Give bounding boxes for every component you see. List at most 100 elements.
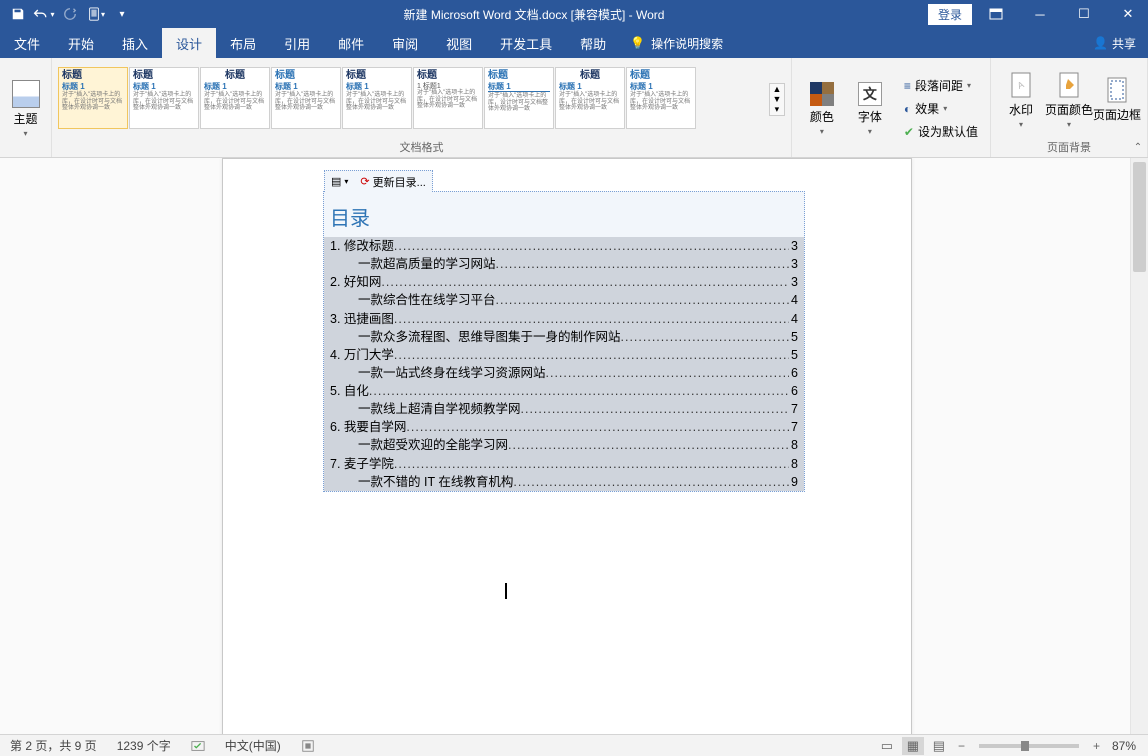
toc-entry[interactable]: 6. 我要自学网................................… <box>324 418 804 436</box>
tab-developer[interactable]: 开发工具 <box>486 28 566 58</box>
gallery-item-7[interactable]: 标题标题 1对于"插入"选项卡上的库，设计时可与文档整体外观协调一致 <box>484 67 554 129</box>
redo-button[interactable] <box>58 2 82 26</box>
doc-icon: ▤ <box>331 175 341 188</box>
toc-entry[interactable]: 1. 修改标题.................................… <box>324 237 804 255</box>
toc-entry-page: 7 <box>789 418 798 436</box>
window-title: 新建 Microsoft Word 文档.docx [兼容模式] - Word <box>140 6 928 23</box>
title-bar: ▾ ▾ ▾ 新建 Microsoft Word 文档.docx [兼容模式] -… <box>0 0 1148 28</box>
toc-entry[interactable]: 一款众多流程图、思维导图集于一身的制作网站...................… <box>324 328 804 346</box>
tab-insert[interactable]: 插入 <box>108 28 162 58</box>
tab-references[interactable]: 引用 <box>270 28 324 58</box>
spell-check-status[interactable] <box>181 739 215 753</box>
document-area[interactable]: ▤▾ ⟳更新目录... 目录 1. 修改标题..................… <box>0 158 1130 734</box>
fonts-button[interactable]: 文 字体 ▾ <box>846 74 894 144</box>
toc-entry[interactable]: 2. 好知网..................................… <box>324 273 804 291</box>
style-gallery[interactable]: 标题标题 1对于"插入"选项卡上的库，在设计时可与文档整体外观协调一致 标题标题… <box>58 67 769 133</box>
ribbon-display-options-button[interactable] <box>976 0 1016 28</box>
page-borders-button[interactable]: 页面边框 <box>1093 65 1141 135</box>
toc-list[interactable]: 1. 修改标题.................................… <box>324 237 804 491</box>
touch-mode-button[interactable]: ▾ <box>84 2 108 26</box>
page-color-button[interactable]: 页面颜色▾ <box>1045 65 1093 135</box>
toc-entry-page: 3 <box>789 255 798 273</box>
gallery-scroll-down[interactable]: ▼ <box>770 94 784 104</box>
gallery-scroll: ▲ ▼ ▾ <box>769 83 785 116</box>
page-number-status[interactable]: 第 2 页，共 9 页 <box>0 737 107 754</box>
gallery-item-2[interactable]: 标题标题 1对于"插入"选项卡上的库，在设计时可与文档整体外观协调一致 <box>129 67 199 129</box>
quick-access-toolbar: ▾ ▾ ▾ <box>0 2 140 26</box>
zoom-slider[interactable] <box>979 744 1079 748</box>
minimize-button[interactable]: ─ <box>1020 0 1060 28</box>
colors-button[interactable]: 颜色 ▾ <box>798 74 846 144</box>
toc-entry-page: 5 <box>789 328 798 346</box>
lightbulb-icon: 💡 <box>630 36 645 50</box>
toc-entry[interactable]: 7. 麦子学院.................................… <box>324 455 804 473</box>
watermark-button[interactable]: A 水印▾ <box>997 65 1045 135</box>
toc-entry-page: 4 <box>789 310 798 328</box>
toc-entry[interactable]: 一款一站式终身在线学习资源网站.........................… <box>324 364 804 382</box>
tab-file[interactable]: 文件 <box>0 28 54 58</box>
tab-design[interactable]: 设计 <box>162 28 216 58</box>
web-layout-button[interactable]: ▤ <box>928 737 950 755</box>
tab-help[interactable]: 帮助 <box>566 28 620 58</box>
tab-mailings[interactable]: 邮件 <box>324 28 378 58</box>
vertical-scrollbar[interactable] <box>1130 158 1148 734</box>
toc-update-button[interactable]: ⟳更新目录... <box>354 172 431 192</box>
word-count-status[interactable]: 1239 个字 <box>107 737 181 754</box>
toc-options-button[interactable]: ▤▾ <box>325 172 354 192</box>
maximize-button[interactable]: ☐ <box>1064 0 1104 28</box>
zoom-in-button[interactable]: + <box>1089 739 1104 753</box>
gallery-item-5[interactable]: 标题标题 1对于"插入"选项卡上的库，在设计时可与文档整体外观协调一致 <box>342 67 412 129</box>
gallery-item-1[interactable]: 标题标题 1对于"插入"选项卡上的库，在设计时可与文档整体外观协调一致 <box>58 67 128 129</box>
read-mode-button[interactable]: ▭ <box>876 737 898 755</box>
toc-entry[interactable]: 5. 自化...................................… <box>324 382 804 400</box>
qat-customize-button[interactable]: ▾ <box>110 2 134 26</box>
gallery-item-8[interactable]: 标题标题 1对于"插入"选项卡上的库，在设计时可与文档整体外观协调一致 <box>555 67 625 129</box>
colors-label: 颜色 <box>810 108 834 125</box>
zoom-thumb[interactable] <box>1021 741 1029 751</box>
tab-home[interactable]: 开始 <box>54 28 108 58</box>
toc-entry[interactable]: 一款超受欢迎的全能学习网............................… <box>324 436 804 454</box>
paragraph-spacing-button[interactable]: ≡段落间距▾ <box>898 75 984 96</box>
tab-view[interactable]: 视图 <box>432 28 486 58</box>
tab-review[interactable]: 审阅 <box>378 28 432 58</box>
formatting-options: ≡段落间距▾ ◐效果▾ ✔设为默认值 <box>894 75 984 142</box>
gallery-item-3[interactable]: 标题标题 1对于"插入"选项卡上的库，在设计时可与文档整体外观协调一致 <box>200 67 270 129</box>
toc-content-control[interactable]: ▤▾ ⟳更新目录... 目录 1. 修改标题..................… <box>323 191 805 492</box>
gallery-item-9[interactable]: 标题标题 1对于"插入"选项卡上的库，在设计时可与文档整体外观协调一致 <box>626 67 696 129</box>
login-button[interactable]: 登录 <box>928 4 972 25</box>
scroll-thumb[interactable] <box>1133 162 1146 272</box>
gallery-expand[interactable]: ▾ <box>770 104 784 115</box>
toc-entry[interactable]: 一款综合性在线学习平台.............................… <box>324 291 804 309</box>
undo-button[interactable]: ▾ <box>32 2 56 26</box>
share-button[interactable]: 共享 <box>1112 35 1136 52</box>
zoom-level[interactable]: 87% <box>1108 739 1140 753</box>
language-status[interactable]: 中文(中国) <box>215 737 291 754</box>
toc-entry[interactable]: 4. 万门大学.................................… <box>324 346 804 364</box>
tab-layout[interactable]: 布局 <box>216 28 270 58</box>
toc-entry[interactable]: 一款超高质量的学习网站.............................… <box>324 255 804 273</box>
print-layout-button[interactable]: ▦ <box>902 737 924 755</box>
page-color-icon <box>1056 71 1082 99</box>
page[interactable]: ▤▾ ⟳更新目录... 目录 1. 修改标题..................… <box>222 158 912 734</box>
toc-entry[interactable]: 一款不错的 IT 在线教育机构.........................… <box>324 473 804 491</box>
save-button[interactable] <box>6 2 30 26</box>
toc-toolbar: ▤▾ ⟳更新目录... <box>324 170 433 192</box>
tell-me-search[interactable]: 💡 操作说明搜索 <box>620 28 733 58</box>
gallery-scroll-up[interactable]: ▲ <box>770 84 784 94</box>
collapse-ribbon-button[interactable]: ⌃ <box>1130 139 1146 155</box>
zoom-out-button[interactable]: − <box>954 739 969 753</box>
set-default-button[interactable]: ✔设为默认值 <box>898 121 984 142</box>
gallery-item-6[interactable]: 标题1 标题1对于"插入"选项卡上的库，在设计时可与文档整体外观协调一致 <box>413 67 483 129</box>
toc-leader-dots: ........................................… <box>546 364 790 382</box>
themes-button[interactable]: 主题 ▾ <box>2 74 50 144</box>
toc-heading[interactable]: 目录 <box>324 192 804 237</box>
macro-status[interactable] <box>291 739 325 753</box>
toc-entry[interactable]: 一款线上超清自学视频教学网...........................… <box>324 400 804 418</box>
effects-button[interactable]: ◐效果▾ <box>898 98 984 119</box>
page-border-icon <box>1104 76 1130 104</box>
toc-leader-dots: ........................................… <box>394 346 789 364</box>
gallery-item-4[interactable]: 标题标题 1对于"插入"选项卡上的库，在设计时可与文档整体外观协调一致 <box>271 67 341 129</box>
close-button[interactable]: ✕ <box>1108 0 1148 28</box>
toc-leader-dots: ........................................… <box>496 255 790 273</box>
toc-entry[interactable]: 3. 迅捷画图.................................… <box>324 310 804 328</box>
